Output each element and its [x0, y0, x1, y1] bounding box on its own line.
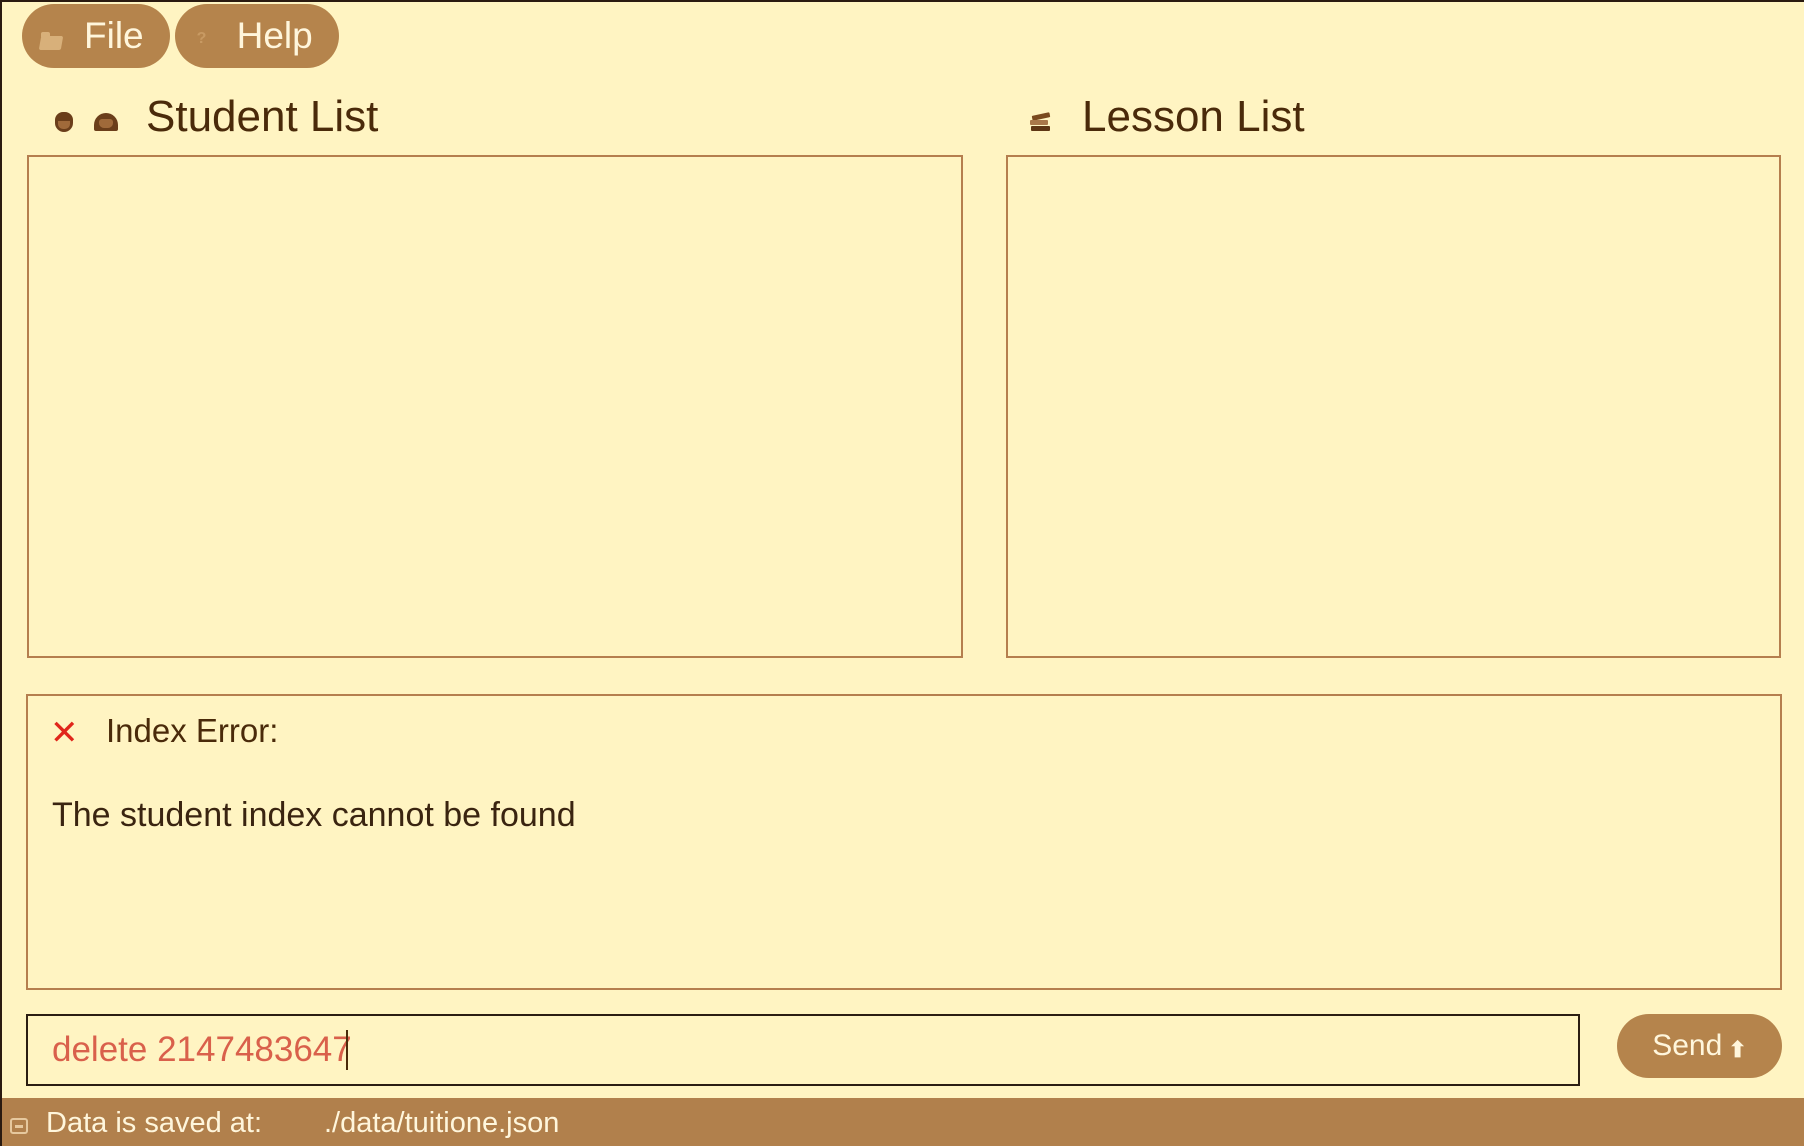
lesson-list-panel[interactable] — [1006, 155, 1781, 658]
question-icon: ? — [196, 30, 207, 47]
student-list-title: Student List — [146, 92, 379, 141]
error-title: Index Error: — [106, 712, 279, 749]
help-menu[interactable]: ? Help — [174, 4, 339, 68]
file-menu[interactable]: File — [22, 4, 170, 68]
error-message: The student index cannot be found — [52, 796, 576, 834]
send-button[interactable]: Send ⬆ — [1617, 1014, 1782, 1078]
result-display: ✕ Index Error: The student index cannot … — [26, 694, 1782, 990]
file-menu-label: File — [84, 15, 144, 56]
lesson-list-heading: Lesson List — [1028, 92, 1305, 142]
help-menu-label: Help — [236, 15, 313, 56]
error-header: ✕ Index Error: — [50, 712, 278, 750]
girl-face-icon — [94, 104, 118, 131]
folder-icon — [38, 30, 64, 52]
send-button-label: Send — [1652, 1029, 1723, 1062]
save-icon — [10, 1118, 28, 1134]
status-path: ./data/tuitione.json — [324, 1106, 560, 1139]
status-label: Data is saved at: — [46, 1106, 262, 1139]
student-list-heading: Student List — [52, 92, 378, 142]
books-icon — [1028, 104, 1052, 131]
student-list-panel[interactable] — [27, 155, 963, 658]
status-bar: Data is saved at: ./data/tuitione.json — [2, 1098, 1804, 1146]
command-input[interactable] — [26, 1014, 1580, 1086]
arrow-up-icon: ⬆ — [1728, 1037, 1747, 1062]
lesson-list-title: Lesson List — [1082, 92, 1305, 141]
boy-face-icon — [52, 104, 76, 132]
menu-bar: File ? Help — [22, 4, 339, 70]
app-window: File ? Help Student List Lesson List ✕ I… — [0, 0, 1804, 1146]
text-caret — [346, 1030, 348, 1070]
cross-icon: ✕ — [50, 714, 79, 752]
